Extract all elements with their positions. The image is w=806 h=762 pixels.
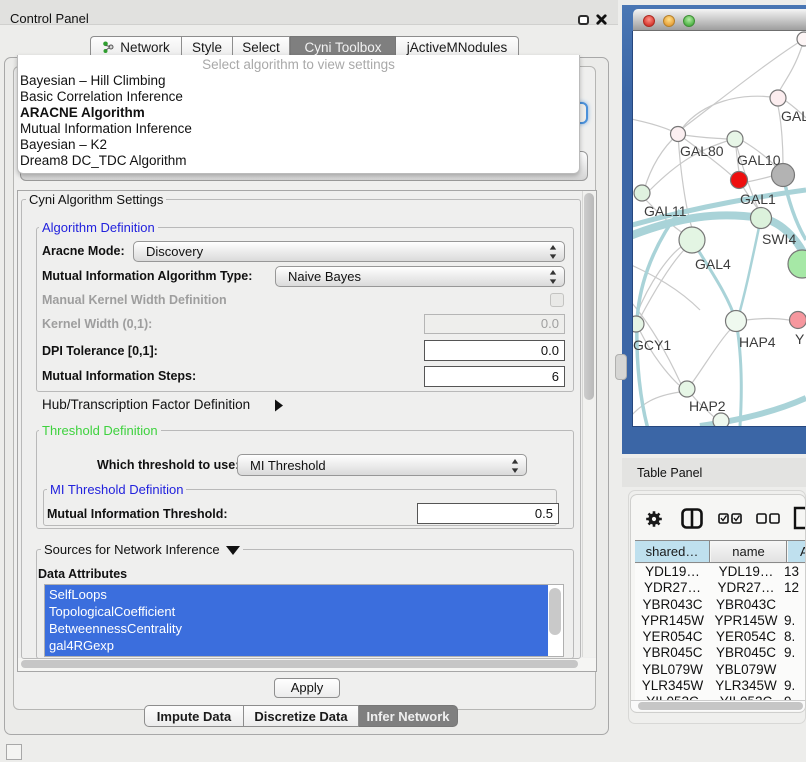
svg-text:SWI4: SWI4: [762, 231, 796, 247]
svg-text:Y: Y: [795, 331, 805, 347]
svg-text:GAL80: GAL80: [680, 143, 724, 159]
svg-text:GAL1: GAL1: [740, 191, 776, 207]
svg-text:GAL11: GAL11: [644, 203, 687, 219]
svg-text:GAL: GAL: [781, 108, 806, 124]
svg-text:GAL4: GAL4: [695, 256, 731, 272]
svg-text:GCY1: GCY1: [633, 337, 671, 353]
svg-text:HAP2: HAP2: [689, 398, 726, 414]
svg-text:GAL10: GAL10: [737, 152, 781, 168]
svg-text:HAP4: HAP4: [739, 334, 776, 350]
